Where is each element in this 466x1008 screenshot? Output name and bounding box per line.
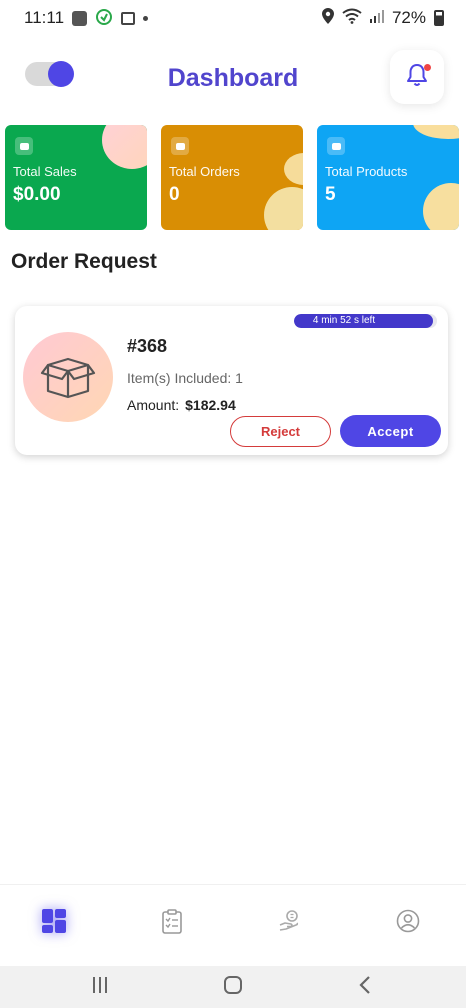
notifications-button[interactable]	[390, 50, 444, 104]
stat-value: 5	[325, 184, 336, 205]
system-nav-bar	[0, 966, 466, 1008]
battery-percent: 72%	[391, 8, 426, 27]
stat-label: Total Orders	[169, 164, 240, 179]
notification-dot	[424, 64, 431, 71]
tab-orders[interactable]	[154, 905, 190, 941]
recent-apps-icon	[90, 976, 110, 999]
amount-value: $182.94	[185, 397, 236, 413]
order-request-card: 4 min 52 s left #368 Item(s) Included: 1…	[15, 306, 448, 455]
card-decoration	[264, 187, 303, 230]
leaf-app-icon	[95, 7, 113, 30]
card-decoration	[284, 153, 303, 185]
app-notification-icon	[72, 10, 88, 26]
tab-payments[interactable]	[272, 905, 308, 941]
order-avatar	[23, 332, 113, 422]
total-orders-card[interactable]: Total Orders 0	[161, 125, 303, 230]
order-id: #368	[127, 336, 168, 356]
battery-icon	[434, 10, 444, 26]
recent-apps-button[interactable]	[85, 976, 115, 998]
reject-button[interactable]: Reject	[230, 416, 331, 447]
timer-bar: 4 min 52 s left	[294, 314, 437, 328]
dashboard-icon	[41, 908, 67, 939]
section-title: Order Request	[11, 250, 157, 273]
accept-button[interactable]: Accept	[340, 415, 441, 447]
payment-hand-icon	[278, 909, 302, 938]
card-decoration	[102, 125, 147, 169]
image-icon	[121, 11, 136, 25]
home-button[interactable]	[218, 975, 248, 1000]
back-button[interactable]	[350, 975, 380, 1000]
home-icon	[223, 975, 243, 1000]
amount-label: Amount:	[127, 397, 180, 413]
tab-profile[interactable]	[390, 905, 426, 941]
wifi-icon	[342, 8, 362, 29]
box-icon	[38, 351, 98, 404]
stat-label: Total Products	[325, 164, 408, 179]
card-decoration	[413, 125, 459, 139]
profile-icon	[396, 909, 420, 938]
back-icon	[358, 975, 372, 1000]
total-sales-card[interactable]: Total Sales $0.00	[5, 125, 147, 230]
total-products-card[interactable]: Total Products 5	[317, 125, 459, 230]
card-decoration	[423, 183, 459, 230]
timer-text: 4 min 52 s left	[312, 315, 376, 326]
sales-icon	[15, 137, 33, 155]
items-included: Item(s) Included: 1	[127, 370, 243, 386]
stat-value: 0	[169, 184, 180, 205]
products-icon	[327, 137, 345, 155]
status-left: 11:11	[24, 7, 149, 30]
stat-label: Total Sales	[13, 164, 77, 179]
order-amount: Amount: $182.94	[127, 397, 236, 413]
location-icon	[321, 7, 334, 29]
orders-icon	[171, 137, 189, 155]
stat-value: $0.00	[13, 184, 61, 205]
signal-icon	[369, 8, 384, 28]
status-time: 11:11	[24, 8, 65, 27]
tab-dashboard[interactable]	[36, 905, 72, 941]
orders-clipboard-icon	[161, 908, 183, 939]
status-right: 72%	[321, 7, 444, 29]
status-bar: 11:11 72%	[0, 0, 466, 36]
bottom-tab-bar	[0, 884, 466, 966]
more-notifications-icon	[143, 15, 149, 21]
